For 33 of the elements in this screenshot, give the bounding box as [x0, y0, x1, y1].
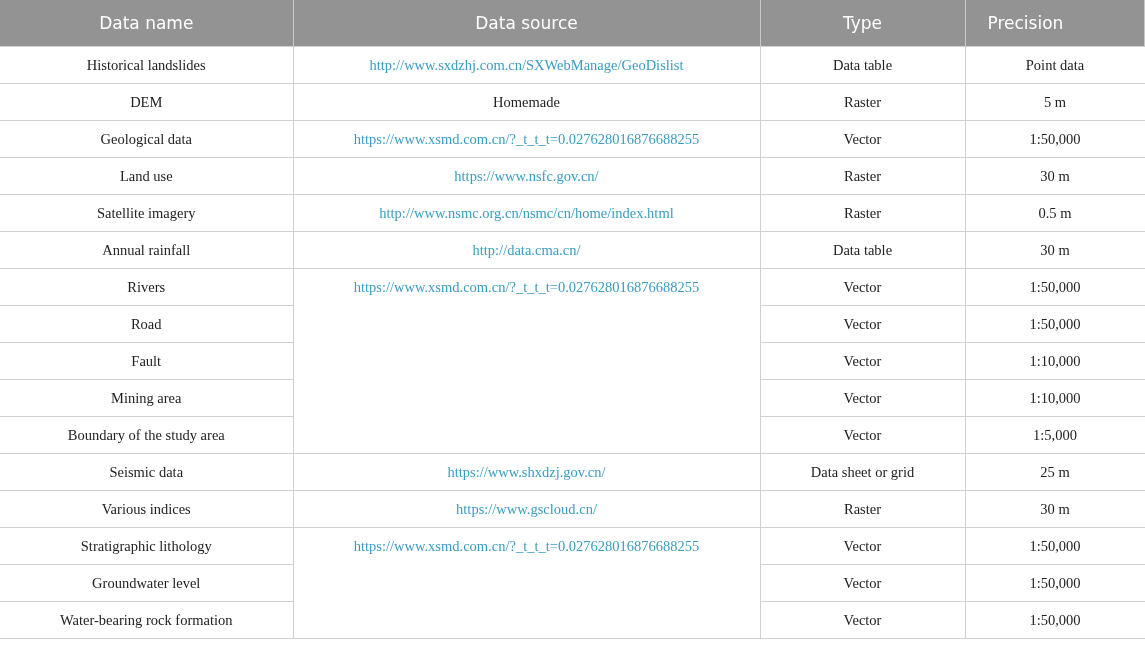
table-cell: Raster — [760, 194, 965, 232]
column-header: Data name — [0, 0, 293, 47]
table-cell: Raster — [760, 83, 965, 121]
table-cell: Vector — [760, 305, 965, 343]
table-cell: Vector — [760, 416, 965, 454]
table-cell: Vector — [760, 379, 965, 417]
table-cell: Geological data — [0, 120, 293, 158]
table-cell: Annual rainfall — [0, 231, 293, 269]
table-cell: Point data — [965, 46, 1145, 84]
source-link[interactable]: https://www.xsmd.com.cn/?_t_t_t=0.027628016876688255 — [353, 269, 700, 305]
table-cell: Vector — [760, 601, 965, 639]
table-cell: Rivers — [0, 268, 293, 306]
column-header: Data source — [293, 0, 760, 47]
table-cell: Historical landslides — [0, 46, 293, 84]
table-cell: Vector — [760, 527, 965, 565]
table-cell: Vector — [760, 268, 965, 306]
column-header: Type — [760, 0, 965, 47]
table-cell: Data table — [760, 46, 965, 84]
table-cell: Raster — [760, 157, 965, 195]
table-cell: Vector — [760, 342, 965, 380]
table-cell: Data table — [760, 231, 965, 269]
column-header: Precision — [965, 0, 1145, 47]
table-cell: Data sheet or grid — [760, 453, 965, 491]
table-cell: Homemade — [293, 83, 760, 121]
table-cell: Stratigraphic lithology — [0, 527, 293, 565]
table-cell: Seismic data — [0, 453, 293, 491]
table-cell: Vector — [760, 120, 965, 158]
table-cell: DEM — [0, 83, 293, 121]
table-cell: Vector — [760, 564, 965, 602]
table-cell: Land use — [0, 157, 293, 195]
table-cell: Various indices — [0, 490, 293, 528]
table-cell: Satellite imagery — [0, 194, 293, 232]
table-cell: Raster — [760, 490, 965, 528]
